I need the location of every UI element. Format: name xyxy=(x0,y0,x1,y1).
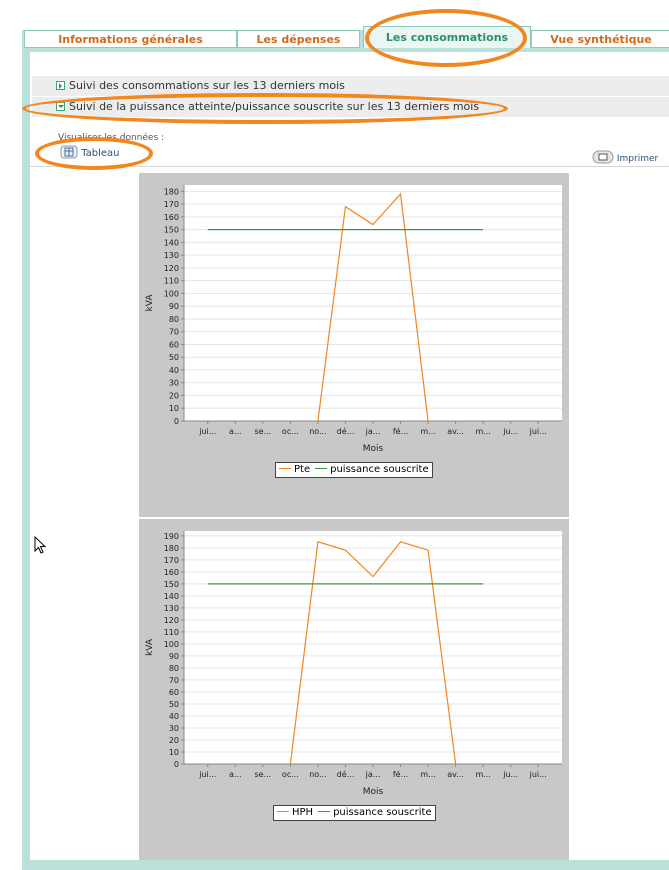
highlight-tab-consommations xyxy=(365,9,527,67)
chart-legend: Pte puissance souscrite xyxy=(275,462,433,478)
y-tick-label: 130 xyxy=(164,251,179,260)
y-tick-label: 160 xyxy=(164,213,179,222)
y-tick-label: 160 xyxy=(164,568,179,577)
y-tick-label: 180 xyxy=(164,544,179,553)
x-axis-label: Mois xyxy=(363,444,384,454)
highlight-table-button xyxy=(35,137,153,170)
y-tick-label: 40 xyxy=(169,712,179,721)
x-tick-label: m... xyxy=(420,770,435,779)
y-tick-label: 70 xyxy=(169,676,179,685)
y-tick-label: 140 xyxy=(164,592,179,601)
highlight-section-puissance xyxy=(22,93,508,124)
y-tick-label: 110 xyxy=(164,277,179,286)
tab-informations-generales[interactable]: Informations générales xyxy=(24,30,237,48)
legend-label: puissance souscrite xyxy=(330,464,429,475)
y-tick-label: 90 xyxy=(169,652,179,661)
x-tick-label: ja... xyxy=(365,427,381,436)
y-tick-label: 80 xyxy=(169,315,179,324)
y-tick-label: 30 xyxy=(169,724,179,733)
x-tick-label: dé... xyxy=(337,769,355,779)
x-tick-label: av... xyxy=(447,427,464,436)
x-tick-label: m... xyxy=(420,427,435,436)
y-tick-label: 150 xyxy=(164,580,179,589)
y-tick-label: 20 xyxy=(169,391,179,400)
x-tick-label: no... xyxy=(309,427,326,436)
tab-vue-synthetique[interactable]: Vue synthétique xyxy=(531,30,669,48)
y-tick-label: 0 xyxy=(174,760,179,769)
y-tick-label: 170 xyxy=(164,556,179,565)
y-tick-label: 120 xyxy=(164,616,179,625)
x-tick-label: jui... xyxy=(198,427,216,436)
y-axis-label: kVA xyxy=(145,294,155,312)
plot-area xyxy=(184,531,562,764)
y-tick-label: 70 xyxy=(169,328,179,337)
tab-depenses[interactable]: Les dépenses xyxy=(237,30,360,48)
y-tick-label: 100 xyxy=(164,640,179,649)
y-tick-label: 150 xyxy=(164,226,179,235)
x-tick-label: ju... xyxy=(502,770,518,779)
legend-swatch xyxy=(277,811,289,812)
x-tick-label: av... xyxy=(447,770,464,779)
y-tick-label: 100 xyxy=(164,289,179,298)
chart-hph: 0 10 20 30 40 50 60 70 80 90 100 110 120 130 140 150 160… xyxy=(139,519,569,860)
x-axis-label: Mois xyxy=(363,787,384,797)
y-tick-label: 140 xyxy=(164,238,179,247)
y-tick-label: 0 xyxy=(174,417,179,426)
x-tick-label: fé... xyxy=(393,769,408,779)
x-tick-label: jui... xyxy=(529,427,547,436)
chart-legend: HPH puissance souscrite xyxy=(273,805,436,821)
y-tick-label: 30 xyxy=(169,379,179,388)
y-axis-label: kVA xyxy=(145,638,155,656)
x-tick-label: jui... xyxy=(198,770,216,779)
chart-pte: 0 10 20 30 40 50 60 70 80 90 100 110 120 130 140 150 160… xyxy=(139,173,569,517)
legend-label: Pte xyxy=(294,464,311,475)
y-tick-label: 60 xyxy=(169,688,179,697)
y-tick-label: 120 xyxy=(164,264,179,273)
y-tick-label: 190 xyxy=(164,532,179,541)
x-tick-label: se... xyxy=(254,427,271,436)
print-button[interactable]: Imprimer xyxy=(592,150,658,164)
x-tick-label: no... xyxy=(309,770,326,779)
x-tick-label: jui... xyxy=(529,770,547,779)
y-tick-label: 40 xyxy=(169,366,179,375)
y-tick-label: 130 xyxy=(164,604,179,613)
expand-arrow-icon[interactable] xyxy=(56,81,65,90)
print-icon xyxy=(592,150,614,164)
x-tick-label: se... xyxy=(254,770,271,779)
y-tick-label: 10 xyxy=(169,404,179,413)
y-tick-label: 20 xyxy=(169,736,179,745)
y-tick-label: 110 xyxy=(164,628,179,637)
x-tick-label: a... xyxy=(229,427,242,436)
y-tick-label: 80 xyxy=(169,664,179,673)
legend-label: HPH xyxy=(292,807,314,818)
y-tick-label: 50 xyxy=(169,353,179,362)
plot-area xyxy=(184,185,562,421)
legend-swatch xyxy=(315,468,328,469)
legend-swatch xyxy=(318,811,331,812)
y-tick-label: 180 xyxy=(164,187,179,196)
y-tick-label: 10 xyxy=(169,748,179,757)
print-button-label: Imprimer xyxy=(616,154,659,164)
mouse-cursor-icon xyxy=(34,536,47,554)
x-tick-label: oc... xyxy=(282,770,299,779)
legend-label: puissance souscrite xyxy=(333,807,432,818)
x-tick-label: dé... xyxy=(337,426,355,436)
x-tick-label: oc... xyxy=(282,427,299,436)
legend-swatch xyxy=(279,468,291,469)
x-tick-label: m... xyxy=(475,770,490,779)
x-tick-label: m... xyxy=(475,427,490,436)
x-tick-label: ja... xyxy=(365,770,381,779)
x-tick-label: a... xyxy=(229,770,242,779)
y-tick-label: 50 xyxy=(169,700,179,709)
y-tick-label: 170 xyxy=(164,200,179,209)
section-consommations-label: Suivi des consommations sur les 13 derni… xyxy=(69,79,345,92)
x-tick-label: ju... xyxy=(502,427,518,436)
y-tick-label: 90 xyxy=(169,302,179,311)
x-tick-label: fé... xyxy=(393,426,408,436)
y-tick-label: 60 xyxy=(169,340,179,349)
